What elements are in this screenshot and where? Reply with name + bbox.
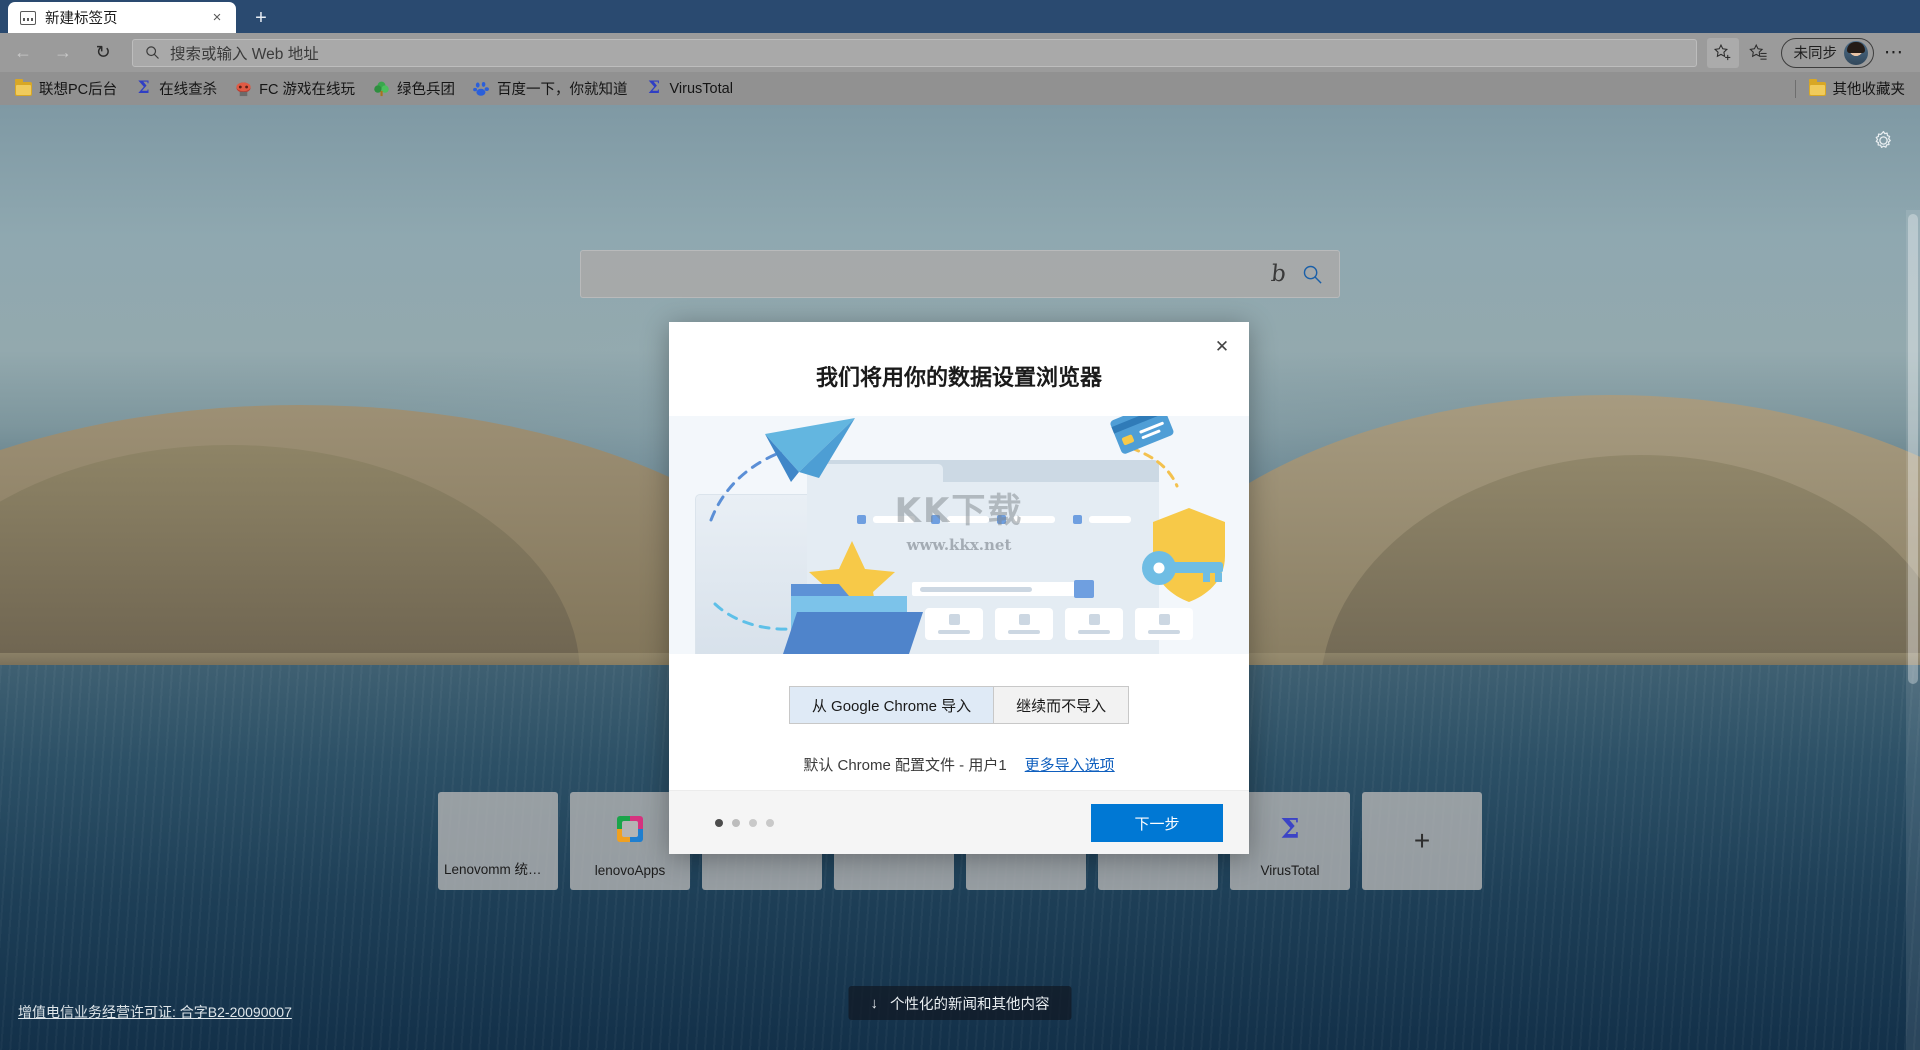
next-button[interactable]: 下一步 bbox=[1091, 804, 1223, 842]
page-dot[interactable] bbox=[766, 819, 774, 827]
import-choice-group: 从 Google Chrome 导入 继续而不导入 bbox=[789, 686, 1129, 724]
continue-without-import-button[interactable]: 继续而不导入 bbox=[994, 687, 1128, 723]
new-tab-button[interactable]: + bbox=[247, 5, 275, 31]
add-quick-link-button[interactable]: + bbox=[1362, 792, 1482, 890]
sync-status-button[interactable]: 未同步 bbox=[1781, 38, 1875, 68]
page-scrollbar[interactable] bbox=[1906, 210, 1920, 1050]
arrow-down-icon: ↓ bbox=[871, 995, 879, 1012]
scrollbar-thumb[interactable] bbox=[1908, 214, 1918, 684]
bookmark-item[interactable]: FC 游戏在线玩 bbox=[226, 76, 364, 101]
page-dot[interactable] bbox=[732, 819, 740, 827]
tab-title: 新建标签页 bbox=[45, 7, 206, 28]
illustration-decorations bbox=[669, 416, 1249, 654]
dialog-title: 我们将用你的数据设置浏览器 bbox=[669, 322, 1249, 392]
gear-icon[interactable] bbox=[1868, 125, 1898, 155]
bookmarks-bar: 联想PC后台 Σ 在线查杀 FC 游戏在线玩 bbox=[0, 72, 1920, 105]
back-icon[interactable]: ← bbox=[6, 36, 40, 70]
bing-icon: b bbox=[1270, 263, 1287, 286]
dialog-illustration: KK下载 www.kkx.net bbox=[669, 416, 1249, 654]
profile-label: 默认 Chrome 配置文件 - 用户1 bbox=[803, 754, 1006, 775]
bookmark-label: 百度一下，你就知道 bbox=[497, 78, 628, 99]
search-input[interactable] bbox=[597, 265, 1271, 283]
generic-tile-icon bbox=[483, 814, 513, 844]
lenovo-apps-icon bbox=[615, 814, 645, 844]
bookmark-label: VirusTotal bbox=[670, 81, 733, 97]
page-dot[interactable] bbox=[749, 819, 757, 827]
bookmark-label: FC 游戏在线玩 bbox=[259, 78, 355, 99]
folder-icon bbox=[15, 82, 32, 96]
new-tab-favicon bbox=[20, 11, 36, 25]
import-from-chrome-button[interactable]: 从 Google Chrome 导入 bbox=[790, 687, 994, 723]
bookmark-label: 在线查杀 bbox=[159, 78, 217, 99]
close-icon[interactable]: × bbox=[206, 7, 228, 29]
dialog-footer: 下一步 bbox=[669, 790, 1249, 854]
dialog-body: 从 Google Chrome 导入 继续而不导入 默认 Chrome 配置文件… bbox=[669, 654, 1249, 790]
tile-label: VirusTotal bbox=[1260, 863, 1319, 878]
sigma-icon: Σ bbox=[1275, 814, 1305, 844]
bookmark-item[interactable]: 绿色兵团 bbox=[364, 76, 464, 101]
game-icon bbox=[235, 81, 252, 97]
address-placeholder: 搜索或输入 Web 地址 bbox=[170, 42, 1688, 64]
bookmark-item[interactable]: Σ VirusTotal bbox=[637, 76, 742, 101]
sigma-icon: Σ bbox=[135, 81, 152, 97]
personalized-news-button[interactable]: ↓ 个性化的新闻和其他内容 bbox=[849, 986, 1072, 1020]
tile-label: Lenovomm 统一... bbox=[444, 858, 552, 878]
browser-chrome: 新建标签页 × + ← → ↻ 搜索或输入 Web 地址 bbox=[0, 0, 1920, 105]
baidu-icon bbox=[473, 81, 490, 97]
page-dot[interactable] bbox=[715, 819, 723, 827]
close-icon[interactable]: ✕ bbox=[1207, 332, 1237, 362]
tile-label: lenovoApps bbox=[595, 863, 666, 878]
bookmark-item[interactable]: Σ 在线查杀 bbox=[126, 76, 226, 101]
bookmark-label: 联想PC后台 bbox=[39, 78, 117, 99]
search-icon[interactable] bbox=[1302, 264, 1323, 285]
search-icon bbox=[145, 45, 160, 60]
bing-search: b bbox=[580, 250, 1340, 298]
more-import-options-link[interactable]: 更多导入选项 bbox=[1025, 754, 1115, 775]
news-pill-label: 个性化的新闻和其他内容 bbox=[890, 993, 1050, 1014]
license-link[interactable]: 增值电信业务经营许可证: 合字B2-20090007 bbox=[18, 1002, 292, 1022]
browser-menu-icon[interactable]: ⋯ bbox=[1876, 38, 1912, 68]
browser-tab[interactable]: 新建标签页 × bbox=[8, 2, 236, 33]
profile-row: 默认 Chrome 配置文件 - 用户1 更多导入选项 bbox=[803, 754, 1114, 775]
page-dots bbox=[715, 819, 774, 827]
refresh-icon[interactable]: ↻ bbox=[86, 36, 120, 70]
import-data-dialog: ✕ 我们将用你的数据设置浏览器 bbox=[669, 322, 1249, 854]
address-bar[interactable]: 搜索或输入 Web 地址 bbox=[132, 39, 1697, 67]
navigation-toolbar: ← → ↻ 搜索或输入 Web 地址 bbox=[0, 33, 1920, 72]
sync-status-label: 未同步 bbox=[1794, 42, 1838, 63]
tree-icon bbox=[373, 81, 390, 97]
favorites-hub-icon[interactable] bbox=[1743, 38, 1775, 68]
search-box[interactable]: b bbox=[580, 250, 1340, 298]
avatar[interactable] bbox=[1844, 41, 1868, 65]
folder-icon bbox=[1809, 82, 1826, 96]
other-favorites-button[interactable]: 其他收藏夹 bbox=[1800, 76, 1915, 101]
bookmark-item[interactable]: 联想PC后台 bbox=[6, 76, 126, 101]
add-favorite-icon[interactable] bbox=[1707, 38, 1739, 68]
other-favorites-label: 其他收藏夹 bbox=[1833, 78, 1906, 99]
bookmark-label: 绿色兵团 bbox=[397, 78, 455, 99]
tab-strip: 新建标签页 × + bbox=[0, 0, 1920, 33]
bookmark-item[interactable]: 百度一下，你就知道 bbox=[464, 76, 637, 101]
quick-link-tile[interactable]: Lenovomm 统一... bbox=[438, 792, 558, 890]
sigma-icon: Σ bbox=[646, 81, 663, 97]
forward-icon[interactable]: → bbox=[46, 36, 80, 70]
divider bbox=[1795, 80, 1796, 98]
